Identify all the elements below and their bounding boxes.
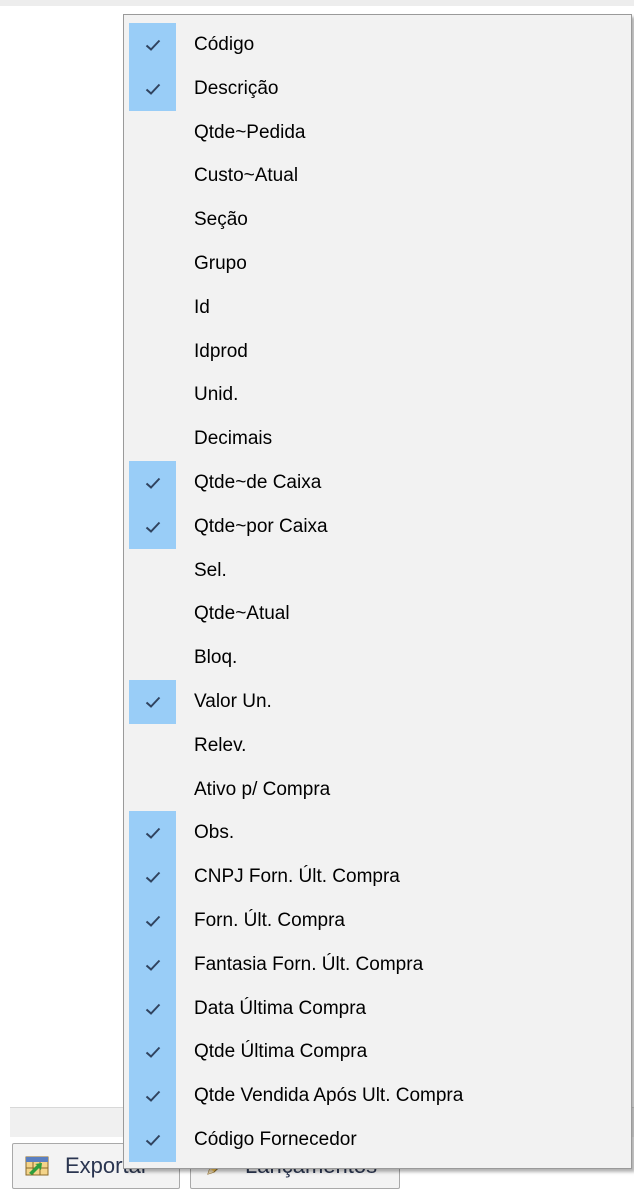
checkmark-icon bbox=[129, 680, 176, 724]
menu-item-label: Idprod bbox=[194, 341, 248, 362]
menu-item[interactable]: Valor Un. bbox=[128, 680, 626, 724]
menu-item[interactable]: Data Última Compra bbox=[128, 987, 626, 1031]
checkmark-icon bbox=[129, 811, 176, 855]
menu-item[interactable]: Código bbox=[128, 23, 626, 67]
checkmark-icon bbox=[129, 1118, 176, 1162]
menu-item[interactable]: Qtde~por Caixa bbox=[128, 505, 626, 549]
menu-item[interactable]: Unid. bbox=[128, 373, 626, 417]
menu-item-label: Forn. Últ. Compra bbox=[194, 910, 345, 931]
menu-item[interactable]: Qtde Última Compra bbox=[128, 1030, 626, 1074]
menu-item[interactable]: Obs. bbox=[128, 811, 626, 855]
menu-item-label: Valor Un. bbox=[194, 691, 272, 712]
checkmark-icon bbox=[129, 505, 176, 549]
menu-item-label: Ativo p/ Compra bbox=[194, 779, 331, 800]
menu-item-label: Descrição bbox=[194, 78, 279, 99]
menu-item-label: Fantasia Forn. Últ. Compra bbox=[194, 954, 424, 975]
menu-item[interactable]: Qtde Vendida Após Ult. Compra bbox=[128, 1074, 626, 1118]
menu-item-label: Bloq. bbox=[194, 647, 238, 668]
checkmark-icon bbox=[129, 23, 176, 67]
menu-item-label: Qtde Vendida Após Ult. Compra bbox=[194, 1085, 464, 1106]
menu-item[interactable]: Grupo bbox=[128, 242, 626, 286]
menu-item-label: Data Última Compra bbox=[194, 998, 367, 1019]
menu-item-label: Unid. bbox=[194, 384, 239, 405]
menu-item[interactable]: CNPJ Forn. Últ. Compra bbox=[128, 855, 626, 899]
checkmark-icon bbox=[129, 1030, 176, 1074]
menu-item[interactable]: Código Fornecedor bbox=[128, 1118, 626, 1162]
checkmark-icon bbox=[129, 899, 176, 943]
window-top-edge bbox=[0, 0, 634, 6]
menu-item[interactable]: Qtde~Atual bbox=[128, 592, 626, 636]
menu-item-label: Custo~Atual bbox=[194, 165, 299, 186]
checkmark-icon bbox=[129, 461, 176, 505]
menu-item-label: Relev. bbox=[194, 735, 247, 756]
menu-item-label: Decimais bbox=[194, 428, 273, 449]
menu-item[interactable]: Fantasia Forn. Últ. Compra bbox=[128, 943, 626, 987]
menu-item-label: Sel. bbox=[194, 560, 227, 581]
menu-item-label: Qtde~Pedida bbox=[194, 122, 306, 143]
checkmark-icon bbox=[129, 67, 176, 111]
menu-item[interactable]: Custo~Atual bbox=[128, 154, 626, 198]
checkmark-icon bbox=[129, 943, 176, 987]
menu-item[interactable]: Relev. bbox=[128, 724, 626, 768]
menu-item-label: Qtde Última Compra bbox=[194, 1041, 368, 1062]
menu-item[interactable]: Decimais bbox=[128, 417, 626, 461]
menu-item-label: Qtde~por Caixa bbox=[194, 516, 328, 537]
menu-item-label: Id bbox=[194, 297, 210, 318]
menu-item[interactable]: Idprod bbox=[128, 330, 626, 374]
menu-item-label: Código bbox=[194, 34, 255, 55]
menu-item[interactable]: Id bbox=[128, 286, 626, 330]
menu-item[interactable]: Bloq. bbox=[128, 636, 626, 680]
menu-item[interactable]: Qtde~de Caixa bbox=[128, 461, 626, 505]
checkmark-icon bbox=[129, 1074, 176, 1118]
menu-item[interactable]: Seção bbox=[128, 198, 626, 242]
menu-item-label: Grupo bbox=[194, 253, 247, 274]
menu-item-label: Código Fornecedor bbox=[194, 1129, 357, 1150]
menu-item-label: Qtde~Atual bbox=[194, 603, 290, 624]
menu-item[interactable]: Qtde~Pedida bbox=[128, 111, 626, 155]
menu-item[interactable]: Forn. Últ. Compra bbox=[128, 899, 626, 943]
menu-item-label: Seção bbox=[194, 209, 248, 230]
checkmark-icon bbox=[129, 987, 176, 1031]
spreadsheet-export-icon bbox=[25, 1156, 49, 1176]
menu-item-label: Obs. bbox=[194, 822, 235, 843]
menu-item[interactable]: Descrição bbox=[128, 67, 626, 111]
checkmark-icon bbox=[129, 855, 176, 899]
menu-item[interactable]: Ativo p/ Compra bbox=[128, 768, 626, 812]
menu-item-label: CNPJ Forn. Últ. Compra bbox=[194, 866, 400, 887]
column-chooser-menu: Código Descrição Qtde~Pedida Custo~Atual Seç… bbox=[123, 14, 632, 1169]
menu-item[interactable]: Sel. bbox=[128, 549, 626, 593]
menu-item-label: Qtde~de Caixa bbox=[194, 472, 322, 493]
